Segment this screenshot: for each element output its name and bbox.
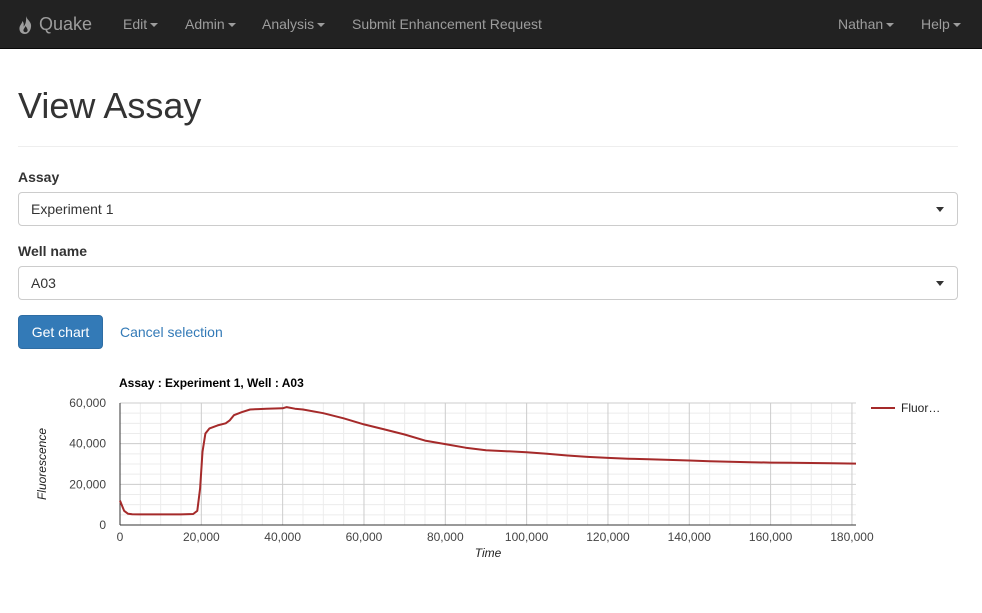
menu-edit[interactable]: Edit: [123, 0, 159, 49]
fluorescence-chart: 0 20,000 40,000 60,000 80,000 100,000 120,000 1…: [35, 376, 940, 560]
caret-down-icon: [952, 23, 961, 28]
y-tick-label: 60,000: [69, 396, 106, 410]
well-name-select[interactable]: A03: [18, 266, 958, 300]
page-title: View Assay: [18, 85, 202, 126]
divider: [18, 146, 958, 147]
x-tick-label: 180,000: [830, 530, 874, 544]
x-tick-label: 160,000: [749, 530, 793, 544]
menu-user[interactable]: Nathan: [838, 0, 895, 49]
menu-admin-label: Admin: [185, 16, 225, 32]
menu-edit-label: Edit: [123, 16, 148, 32]
caret-down-icon: [317, 23, 326, 28]
caret-down-icon: [150, 23, 159, 28]
y-tick-label: 40,000: [69, 437, 106, 451]
flame-icon: [19, 15, 32, 34]
caret-down-icon: [886, 23, 895, 28]
well-name-label: Well name: [18, 243, 87, 259]
top-navbar: Quake Edit Admin Analysis Submit Enhance…: [0, 0, 982, 49]
well-name-select-value: A03: [31, 275, 56, 291]
assay-select-value: Experiment 1: [31, 201, 114, 217]
cancel-selection-link[interactable]: Cancel selection: [120, 315, 223, 349]
x-tick-label: 100,000: [505, 530, 549, 544]
y-axis-label: Fluorescence: [35, 428, 49, 500]
y-tick-label: 0: [99, 518, 106, 532]
menu-analysis-label: Analysis: [262, 16, 315, 32]
get-chart-button[interactable]: Get chart: [18, 315, 103, 349]
chart-title: Assay : Experiment 1, Well : A03: [119, 376, 304, 390]
caret-down-icon: [936, 281, 944, 286]
x-tick-label: 20,000: [183, 530, 220, 544]
assay-select[interactable]: Experiment 1: [18, 192, 958, 226]
brand-name: Quake: [39, 14, 93, 34]
brand-logo[interactable]: Quake: [18, 0, 92, 49]
x-tick-label: 40,000: [264, 530, 301, 544]
legend-label: Fluor…: [901, 401, 940, 415]
menu-submit-enhancement[interactable]: Submit Enhancement Request: [352, 0, 542, 49]
x-tick-label: 140,000: [668, 530, 712, 544]
caret-down-icon: [936, 207, 944, 212]
x-axis-label: Time: [475, 546, 502, 560]
y-tick-label: 20,000: [69, 477, 106, 491]
x-tick-label: 120,000: [586, 530, 630, 544]
x-tick-label: 80,000: [427, 530, 464, 544]
menu-submit-enhancement-label: Submit Enhancement Request: [352, 16, 542, 32]
menu-help[interactable]: Help: [921, 0, 961, 49]
menu-user-label: Nathan: [838, 16, 884, 32]
menu-admin[interactable]: Admin: [185, 0, 236, 49]
x-tick-label: 60,000: [346, 530, 383, 544]
caret-down-icon: [227, 23, 236, 28]
assay-label: Assay: [18, 169, 60, 185]
menu-help-label: Help: [921, 16, 950, 32]
x-tick-label: 0: [117, 530, 124, 544]
menu-analysis[interactable]: Analysis: [262, 0, 326, 49]
